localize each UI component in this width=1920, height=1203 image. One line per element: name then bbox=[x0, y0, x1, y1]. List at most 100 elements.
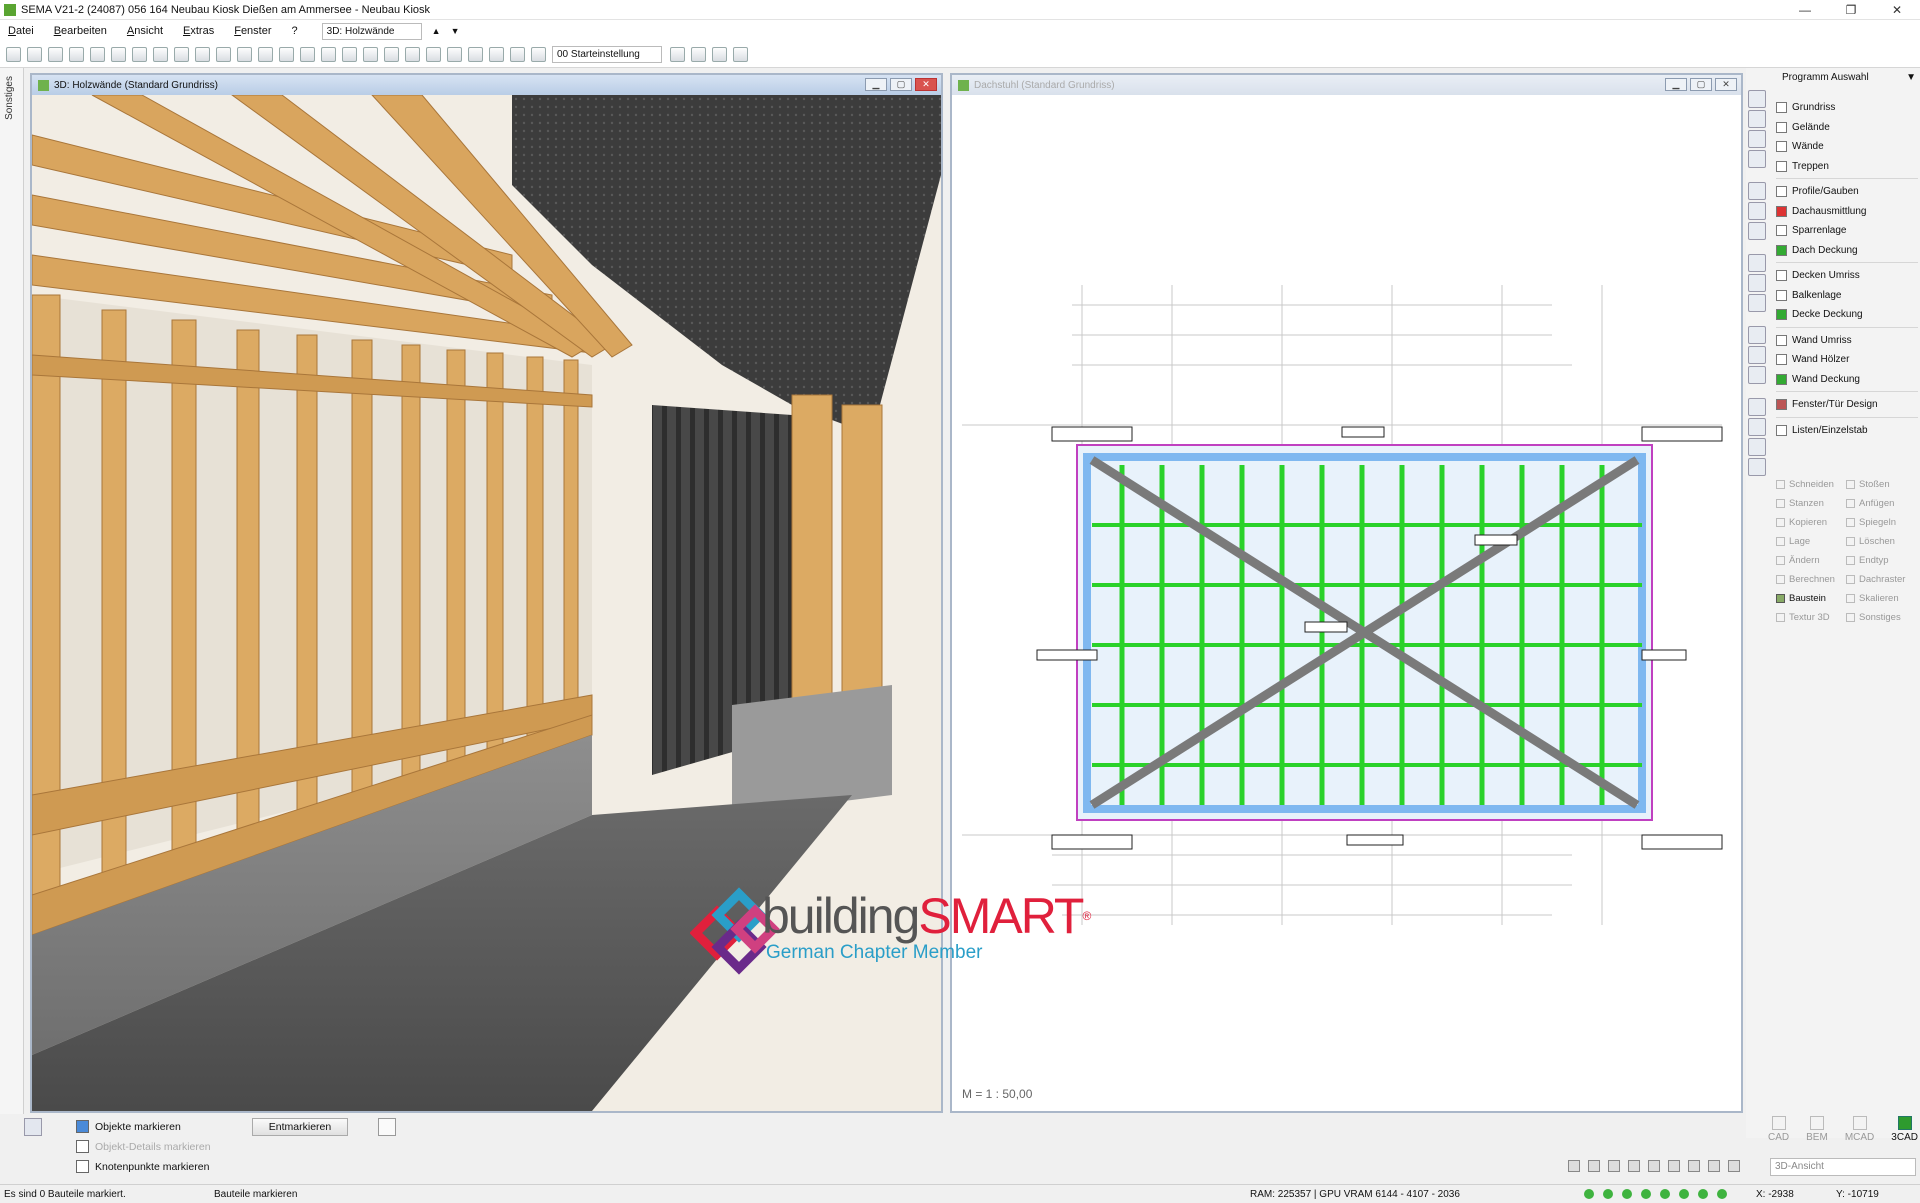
menu-grundriss[interactable]: Grundriss bbox=[1776, 98, 1918, 118]
light-icon[interactable] bbox=[174, 47, 189, 62]
minimize-button[interactable]: — bbox=[1782, 0, 1828, 20]
filter-icon[interactable] bbox=[321, 47, 336, 62]
render-icon[interactable] bbox=[384, 47, 399, 62]
snap-line-icon[interactable] bbox=[1608, 1160, 1620, 1172]
view-up-icon[interactable]: ▲ bbox=[432, 26, 441, 36]
menu-balkenlage[interactable]: Balkenlage bbox=[1776, 286, 1918, 306]
snap-grid-icon[interactable] bbox=[1568, 1160, 1580, 1172]
menu-listen-einzelstab[interactable]: Listen/Einzelstab bbox=[1776, 421, 1918, 441]
menu-wand-umriss[interactable]: Wand Umriss bbox=[1776, 331, 1918, 351]
tool-textur-3d[interactable]: Textur 3D bbox=[1776, 611, 1846, 624]
pan-icon[interactable] bbox=[237, 47, 252, 62]
select-icon[interactable] bbox=[300, 47, 315, 62]
menu-gelaende[interactable]: Gelände bbox=[1776, 118, 1918, 138]
undo-icon[interactable] bbox=[69, 47, 84, 62]
menu-wand-hoelzer[interactable]: Wand Hölzer bbox=[1776, 350, 1918, 370]
view-2d-minimize-button[interactable]: ▁ bbox=[1665, 78, 1687, 91]
snap-icon[interactable] bbox=[279, 47, 294, 62]
menu-dach-deckung[interactable]: Dach Deckung bbox=[1776, 241, 1918, 261]
option-knotenpunkte-markieren[interactable]: Knotenpunkte markieren bbox=[76, 1160, 209, 1173]
tool-anfuegen[interactable]: Anfügen bbox=[1846, 497, 1916, 510]
menu-fenster[interactable]: Fenster bbox=[234, 25, 271, 37]
menu-wand-deckung[interactable]: Wand Deckung bbox=[1776, 370, 1918, 390]
wall-icon[interactable] bbox=[1748, 130, 1766, 148]
mode-3cad[interactable]: 3CAD bbox=[1891, 1116, 1918, 1143]
open-icon[interactable] bbox=[6, 47, 21, 62]
view-3d-titlebar[interactable]: 3D: Holzwände (Standard Grundriss) bbox=[32, 75, 941, 95]
view-2d-maximize-button[interactable]: ▢ bbox=[1690, 78, 1712, 91]
panel-toggle-icon[interactable] bbox=[24, 1118, 42, 1136]
tab-sonstiges[interactable]: Sonstiges bbox=[4, 76, 15, 120]
search-icon[interactable] bbox=[378, 1118, 396, 1136]
brush-icon[interactable] bbox=[363, 47, 378, 62]
menu-dachausmittlung[interactable]: Dachausmittlung bbox=[1776, 202, 1918, 222]
ceiling-icon[interactable] bbox=[1748, 254, 1766, 272]
zoom-window-icon[interactable] bbox=[195, 47, 210, 62]
option-objekte-markieren[interactable]: Objekte markieren bbox=[76, 1120, 181, 1133]
menu-datei[interactable]: Datei bbox=[8, 25, 34, 37]
stair-icon[interactable] bbox=[1748, 150, 1766, 168]
program-select[interactable]: Programm Auswahl ▼ bbox=[1782, 72, 1916, 83]
menu-profile-gauben[interactable]: Profile/Gauben bbox=[1776, 182, 1918, 202]
roof-icon[interactable] bbox=[1748, 182, 1766, 200]
mode-cad[interactable]: CAD bbox=[1768, 1116, 1789, 1143]
table-icon[interactable] bbox=[1748, 458, 1766, 476]
tool-baustein[interactable]: Baustein bbox=[1776, 592, 1846, 605]
view-down-icon[interactable]: ▼ bbox=[451, 26, 460, 36]
ceiling-cover-icon[interactable] bbox=[1748, 294, 1766, 312]
menu-fenster-tuer-design[interactable]: Fenster/Tür Design bbox=[1776, 395, 1918, 415]
snap-mid-icon[interactable] bbox=[1628, 1160, 1640, 1172]
tool-skalieren[interactable]: Skalieren bbox=[1846, 592, 1916, 605]
tool-spiegeln[interactable]: Spiegeln bbox=[1846, 516, 1916, 529]
roof-plan-drawing[interactable] bbox=[952, 95, 1741, 1111]
hatch-icon[interactable] bbox=[447, 47, 462, 62]
menu-decken-umriss[interactable]: Decken Umriss bbox=[1776, 266, 1918, 286]
menu-decke-deckung[interactable]: Decke Deckung bbox=[1776, 305, 1918, 325]
window-icon[interactable] bbox=[1748, 398, 1766, 416]
rotate-icon[interactable] bbox=[258, 47, 273, 62]
stack-icon[interactable] bbox=[426, 47, 441, 62]
tool-endtyp[interactable]: Endtyp bbox=[1846, 554, 1916, 567]
tool-stanzen[interactable]: Stanzen bbox=[1776, 497, 1846, 510]
copy-icon[interactable] bbox=[48, 47, 63, 62]
tool-lage[interactable]: Lage bbox=[1776, 535, 1846, 548]
close-button[interactable]: ✕ bbox=[1874, 0, 1920, 20]
rafter-icon[interactable] bbox=[1748, 222, 1766, 240]
menu-sparrenlage[interactable]: Sparrenlage bbox=[1776, 221, 1918, 241]
view-3d-close-button[interactable]: ✕ bbox=[915, 78, 937, 91]
snap-center-icon[interactable] bbox=[1708, 1160, 1720, 1172]
view-2d-close-button[interactable]: ✕ bbox=[1715, 78, 1737, 91]
view-3d-minimize-button[interactable]: ▁ bbox=[865, 78, 887, 91]
tool-dachraster[interactable]: Dachraster bbox=[1846, 573, 1916, 586]
grid-icon[interactable] bbox=[489, 47, 504, 62]
snap-intersect-icon[interactable] bbox=[1648, 1160, 1660, 1172]
menu-ansicht[interactable]: Ansicht bbox=[127, 25, 163, 37]
menu-extras[interactable]: Extras bbox=[183, 25, 214, 37]
tool-schneiden[interactable]: Schneiden bbox=[1776, 478, 1846, 491]
mode-bem[interactable]: BEM bbox=[1806, 1116, 1828, 1143]
wall-timber-icon[interactable] bbox=[1748, 346, 1766, 364]
snap-perp-icon[interactable] bbox=[1668, 1160, 1680, 1172]
camera-icon[interactable] bbox=[531, 47, 546, 62]
tool-loeschen[interactable]: Löschen bbox=[1846, 535, 1916, 548]
page-icon[interactable] bbox=[132, 47, 147, 62]
gear-icon[interactable] bbox=[691, 47, 706, 62]
restore-button[interactable]: ❐ bbox=[1828, 0, 1874, 20]
view-2d-titlebar[interactable]: Dachstuhl (Standard Grundriss) bbox=[952, 75, 1741, 95]
tool-stossen[interactable]: Stoßen bbox=[1846, 478, 1916, 491]
window-layout-icon[interactable] bbox=[510, 47, 525, 62]
book-icon[interactable] bbox=[712, 47, 727, 62]
layer-icon[interactable] bbox=[1748, 90, 1766, 108]
menu-bearbeiten[interactable]: Bearbeiten bbox=[54, 25, 107, 37]
list-icon[interactable] bbox=[1748, 418, 1766, 436]
wall-outline-icon[interactable] bbox=[1748, 326, 1766, 344]
binoculars-icon[interactable] bbox=[733, 47, 748, 62]
menu-waende[interactable]: Wände bbox=[1776, 137, 1918, 157]
view-3d-maximize-button[interactable]: ▢ bbox=[890, 78, 912, 91]
beam-icon[interactable] bbox=[1748, 274, 1766, 292]
eye-icon[interactable] bbox=[1728, 1160, 1740, 1172]
option-objekt-details-markieren[interactable]: Objekt-Details markieren bbox=[76, 1140, 211, 1153]
view-select[interactable]: 3D: Holzwände bbox=[321, 22, 422, 40]
mode-mcad[interactable]: MCAD bbox=[1845, 1116, 1874, 1143]
color-icon[interactable] bbox=[468, 47, 483, 62]
